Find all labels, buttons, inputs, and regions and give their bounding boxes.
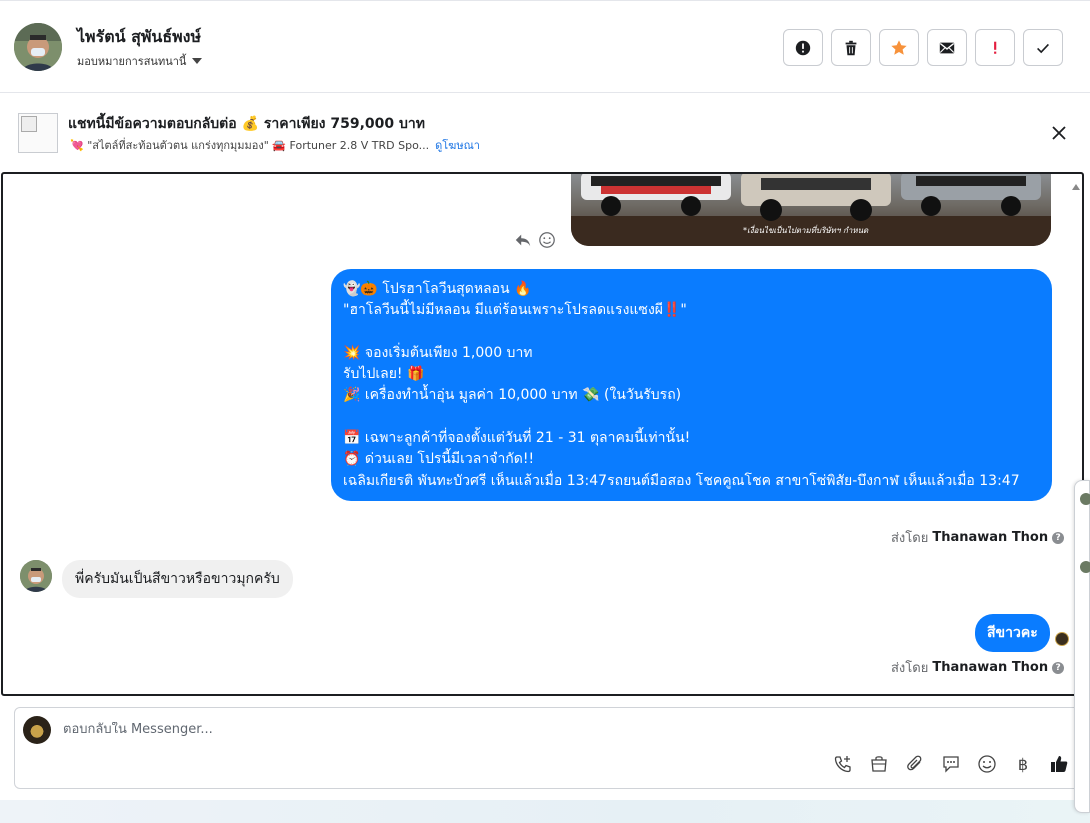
- page-avatar: [23, 716, 51, 744]
- page-footer-strip: [0, 800, 1090, 823]
- reply-message-bubble[interactable]: สีขาวคะ: [975, 614, 1050, 652]
- promo-line: 🎉 เครื่องทำน้ำอุ่น มูลค่า 10,000 บาท 💸 (…: [343, 387, 682, 404]
- saved-reply-icon[interactable]: [941, 754, 961, 774]
- promo-message-bubble[interactable]: 👻🎃 โปรฮาโลวีนสุดหลอน 🔥 "ฮาโลวีนนี้ไม่มีห…: [331, 269, 1052, 501]
- customer-avatar[interactable]: [20, 560, 52, 592]
- mark-unread-button[interactable]: [927, 29, 967, 66]
- promo-line: เฉลิมเกียรติ พันทะบัวศรี เห็นแล้วเมื่อ 1…: [343, 472, 1020, 489]
- mark-important-button[interactable]: [975, 29, 1015, 66]
- caret-down-icon: [192, 58, 203, 64]
- call-icon[interactable]: [833, 754, 853, 774]
- message-thread[interactable]: *เงื่อนไขเป็นไปตามที่บริษัทฯ กำหนด 👻🎃 โป…: [1, 172, 1084, 696]
- sent-by-label: ส่งโดย Thanawan Thon ?: [891, 527, 1065, 548]
- promo-line: ⏰ ด่วนเลย โปรนี้มีเวลาจำกัด!!: [343, 451, 535, 468]
- sent-by-label: ส่งโดย Thanawan Thon ?: [891, 657, 1065, 678]
- emoji-icon[interactable]: [977, 754, 997, 774]
- react-emoji-icon[interactable]: [538, 231, 556, 249]
- inbox-conversation-panel: ไพรัตน์ สุพันธ์พงษ์ มอบหมายการสนทนานี้ แ…: [0, 0, 1090, 800]
- ad-context-banner: แชทนี้มีข้อความตอบกลับต่อ 💰 ราคาเพียง 75…: [0, 93, 1090, 173]
- peek-avatar: [1080, 493, 1090, 505]
- assign-conversation-dropdown[interactable]: มอบหมายการสนทนานี้: [77, 52, 203, 70]
- reply-input[interactable]: [63, 722, 763, 737]
- close-icon: [1052, 126, 1066, 140]
- peek-avatar: [1080, 561, 1090, 573]
- delete-button[interactable]: [831, 29, 871, 66]
- composer-toolbar: ฿: [833, 754, 1069, 774]
- report-spam-button[interactable]: [783, 29, 823, 66]
- check-icon: [1037, 43, 1049, 53]
- alert-circle-icon: [795, 40, 811, 55]
- ad-subtitle-text: 💘 "สไตล์ที่สะท้อนตัวตน แกร่งทุกมุมมอง" 🚘…: [70, 139, 430, 152]
- sent-by-prefix: ส่งโดย: [891, 531, 929, 546]
- reply-composer: ฿: [14, 707, 1084, 789]
- help-icon[interactable]: ?: [1052, 661, 1065, 674]
- shared-car-image[interactable]: *เงื่อนไขเป็นไปตามที่บริษัทฯ กำหนด: [571, 174, 1051, 246]
- reply-arrow-icon[interactable]: [514, 231, 532, 249]
- trash-icon: [845, 40, 857, 55]
- shop-bag-icon[interactable]: [869, 754, 889, 774]
- promo-line: [343, 322, 1040, 343]
- conversation-actions: [783, 29, 1063, 66]
- baht-icon[interactable]: ฿: [1013, 754, 1033, 774]
- star-icon: [891, 39, 907, 55]
- promo-line: 📅 เฉพาะลูกค้าที่จองตั้งแต่วันที่ 21 - 31…: [343, 430, 691, 447]
- sender-name: Thanawan Thon: [932, 530, 1049, 545]
- close-ad-banner-button[interactable]: [1049, 123, 1069, 143]
- assign-label: มอบหมายการสนทนานี้: [77, 55, 187, 68]
- sender-name: Thanawan Thon: [932, 660, 1049, 675]
- image-caption: *เงื่อนไขเป็นไปตามที่บริษัทฯ กำหนด: [743, 226, 869, 235]
- mark-done-button[interactable]: [1023, 29, 1063, 66]
- promo-line: รับไปเลย! 🎁: [343, 366, 425, 383]
- scroll-up-arrow-icon[interactable]: [1072, 184, 1080, 190]
- contact-avatar[interactable]: [14, 23, 62, 71]
- promo-line: "ฮาโลวีนนี้ไม่มีหลอน มีแต่ร้อนเพราะโปรลด…: [343, 302, 687, 319]
- like-icon[interactable]: [1049, 754, 1069, 774]
- promo-line: 👻🎃 โปรฮาโลวีนสุดหลอน 🔥: [343, 281, 532, 297]
- seen-avatar-icon: [1055, 632, 1069, 646]
- promo-line: [343, 407, 1040, 428]
- help-icon[interactable]: ?: [1052, 531, 1065, 544]
- contact-name: ไพรัตน์ สุพันธ์พงษ์: [77, 27, 202, 46]
- promo-line: 💥 จองเริ่มต้นเพียง 1,000 บาท: [343, 344, 533, 361]
- customer-message-bubble[interactable]: พี่ครับมันเป็นสีขาวหรือขาวมุกครับ: [62, 560, 293, 598]
- star-button[interactable]: [879, 29, 919, 66]
- view-ad-link[interactable]: ดูโฆษณา: [435, 139, 480, 152]
- envelope-icon: [939, 42, 955, 53]
- ad-subtitle: 💘 "สไตล์ที่สะท้อนตัวตน แกร่งทุกมุมมอง" 🚘…: [70, 136, 480, 154]
- attach-icon[interactable]: [905, 754, 925, 774]
- exclamation-icon: [994, 41, 997, 54]
- ad-title: แชทนี้มีข้อความตอบกลับต่อ 💰 ราคาเพียง 75…: [68, 116, 426, 132]
- image-hover-actions: [514, 231, 556, 249]
- conversation-header: ไพรัตน์ สุพันธ์พงษ์ มอบหมายการสนทนานี้: [0, 1, 1090, 93]
- ad-thumbnail[interactable]: [18, 113, 58, 153]
- side-panel-peek[interactable]: [1074, 480, 1090, 813]
- sent-by-prefix: ส่งโดย: [891, 661, 929, 676]
